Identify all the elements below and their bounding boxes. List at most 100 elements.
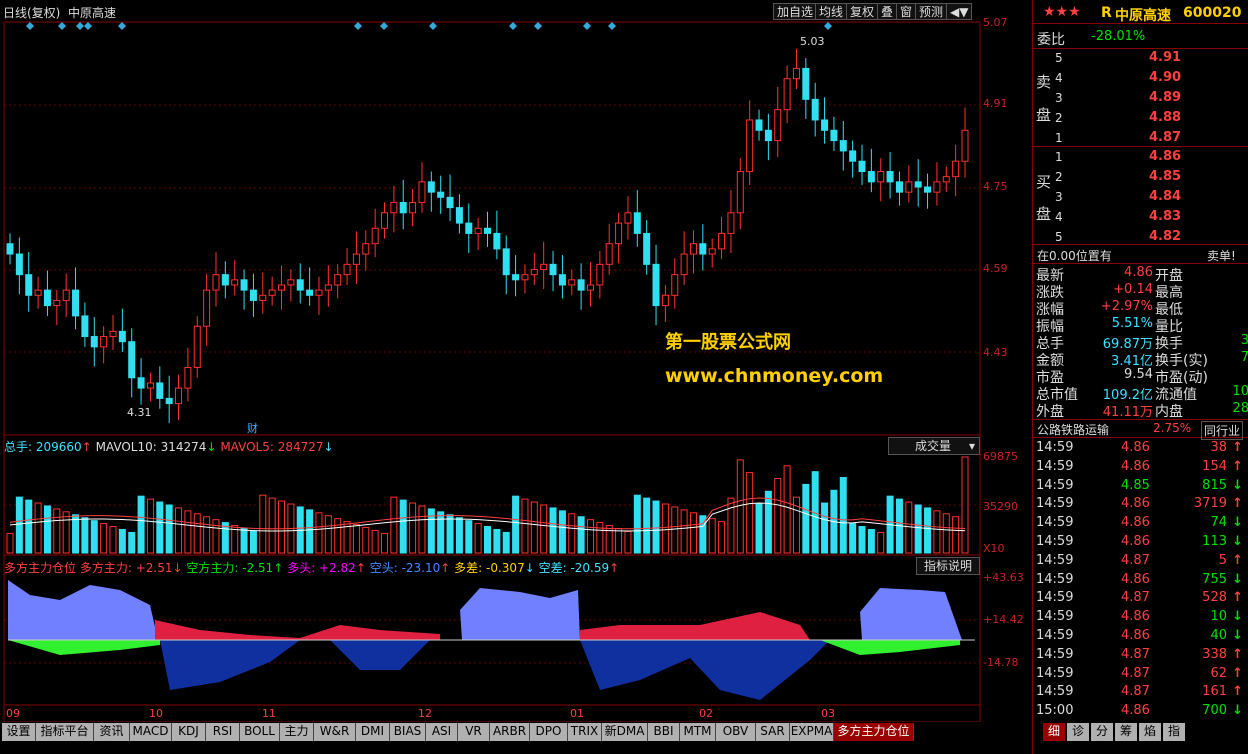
- candle-body: [100, 336, 108, 348]
- volume-bar: [6, 532, 14, 554]
- candle-body: [249, 289, 257, 301]
- signal-diamond-icon: [534, 22, 542, 30]
- tab-macd[interactable]: MACD: [130, 723, 172, 741]
- volume-bar: [708, 518, 716, 554]
- tab-主力[interactable]: 主力: [280, 723, 314, 741]
- tab-expma[interactable]: EXPMA: [790, 723, 834, 741]
- volume-bar: [100, 523, 108, 554]
- volume-bar: [352, 524, 360, 554]
- arrow-up-icon: ↑: [1232, 440, 1243, 455]
- candle-body: [90, 336, 98, 348]
- volume-bar: [942, 513, 950, 554]
- candle-body: [661, 294, 669, 307]
- candle-body: [306, 289, 314, 296]
- buy-level: 4: [1055, 210, 1063, 224]
- volume-bar: [839, 477, 847, 554]
- tick-price: 4.86: [1121, 458, 1150, 474]
- volume-bar: [324, 515, 332, 554]
- tick-time: 14:59: [1036, 590, 1074, 606]
- weibi-value: -28.01%: [1091, 29, 1146, 44]
- panel-tab[interactable]: 细: [1043, 723, 1065, 741]
- tab-obv[interactable]: OBV: [716, 723, 756, 741]
- volume-bar: [212, 519, 220, 554]
- tab-bbi[interactable]: BBI: [648, 723, 680, 741]
- candle-body: [558, 274, 566, 286]
- tick-price: 4.86: [1121, 440, 1150, 455]
- volume-bar: [924, 507, 932, 554]
- tab-vr[interactable]: VR: [458, 723, 490, 741]
- volume-bar: [624, 530, 632, 554]
- tab-bias[interactable]: BIAS: [390, 723, 426, 741]
- tick-price: 4.86: [1121, 703, 1150, 719]
- tab-asi[interactable]: ASI: [426, 723, 458, 741]
- short-area: [160, 640, 300, 690]
- same-industry-button[interactable]: 同行业: [1201, 421, 1244, 440]
- tab-资讯[interactable]: 资讯: [94, 723, 130, 741]
- tick-volume: 815: [1202, 477, 1227, 493]
- panel-tab[interactable]: 诊: [1067, 723, 1089, 741]
- tab-arbr[interactable]: ARBR: [490, 723, 530, 741]
- volume-bar: [371, 529, 379, 554]
- tab-多方主力仓位[interactable]: 多方主力仓位: [834, 723, 914, 741]
- sell-label: 盘: [1036, 106, 1052, 124]
- tick-price: 4.87: [1121, 684, 1150, 700]
- volume-bar: [905, 501, 913, 554]
- tab-指标平台[interactable]: 指标平台: [36, 723, 94, 741]
- panel-tab[interactable]: 指: [1163, 723, 1185, 741]
- candle-body: [867, 171, 875, 183]
- buy-label: 盘: [1036, 205, 1052, 223]
- volume-bar: [90, 520, 98, 554]
- tab-kdj[interactable]: KDJ: [172, 723, 206, 741]
- volume-bar: [221, 522, 229, 554]
- tab-mtm[interactable]: MTM: [680, 723, 716, 741]
- tab-新dma[interactable]: 新DMA: [602, 723, 648, 741]
- volume-bar: [802, 483, 810, 554]
- tick-volume: 3719: [1193, 496, 1227, 512]
- candle-body: [708, 248, 716, 255]
- tab-sar[interactable]: SAR: [756, 723, 790, 741]
- long-area: [460, 588, 580, 640]
- tick-price: 4.87: [1121, 665, 1150, 681]
- volume-bar: [605, 525, 613, 554]
- signal-diamond-icon: [76, 22, 84, 30]
- volume-bar: [596, 522, 604, 554]
- tick-volume: 161: [1202, 684, 1227, 700]
- tab-rsi[interactable]: RSI: [206, 723, 240, 741]
- r-icon: R: [1101, 5, 1112, 21]
- candle-body: [128, 341, 136, 379]
- long-area: [860, 588, 962, 640]
- tab-w&r[interactable]: W&R: [314, 723, 356, 741]
- candle-body: [718, 232, 726, 250]
- stat-value: 41.11万: [1102, 405, 1153, 420]
- tab-设置[interactable]: 设置: [2, 723, 36, 741]
- kong-area: [820, 640, 960, 655]
- x-axis-label: 01: [570, 707, 584, 720]
- candle-body: [736, 171, 744, 214]
- volume-bar: [521, 498, 529, 554]
- tick-price: 4.86: [1121, 571, 1150, 587]
- candle-body: [540, 263, 548, 270]
- panel-tab[interactable]: 焰: [1139, 723, 1161, 741]
- volume-bar: [877, 531, 885, 554]
- candle-body: [25, 274, 33, 296]
- tab-boll[interactable]: BOLL: [240, 723, 280, 741]
- panel-tab[interactable]: 分: [1091, 723, 1113, 741]
- sell-book: 卖 盘 5 4.91 4 4.90 3 4.89 2 4.88 1 4.87: [1033, 49, 1248, 147]
- candle-body: [81, 315, 89, 338]
- volume-indicator-select[interactable]: 成交量 ▾: [888, 437, 980, 455]
- volume-bar: [540, 504, 548, 554]
- candle-body: [961, 129, 969, 162]
- volume-bar: [409, 502, 417, 554]
- panel-tab[interactable]: 筹: [1115, 723, 1137, 741]
- sector-name[interactable]: 公路铁路运输: [1037, 421, 1109, 438]
- tab-trix[interactable]: TRIX: [568, 723, 602, 741]
- indicator-help-button[interactable]: 指标说明: [916, 557, 980, 575]
- short-area: [580, 640, 830, 700]
- candle-body: [858, 160, 866, 173]
- volume-bar: [858, 526, 866, 554]
- volume-bar: [72, 514, 80, 554]
- tab-dpo[interactable]: DPO: [530, 723, 568, 741]
- tab-dmi[interactable]: DMI: [356, 723, 390, 741]
- candle-body: [165, 397, 173, 405]
- signal-diamond-icon: [354, 22, 362, 30]
